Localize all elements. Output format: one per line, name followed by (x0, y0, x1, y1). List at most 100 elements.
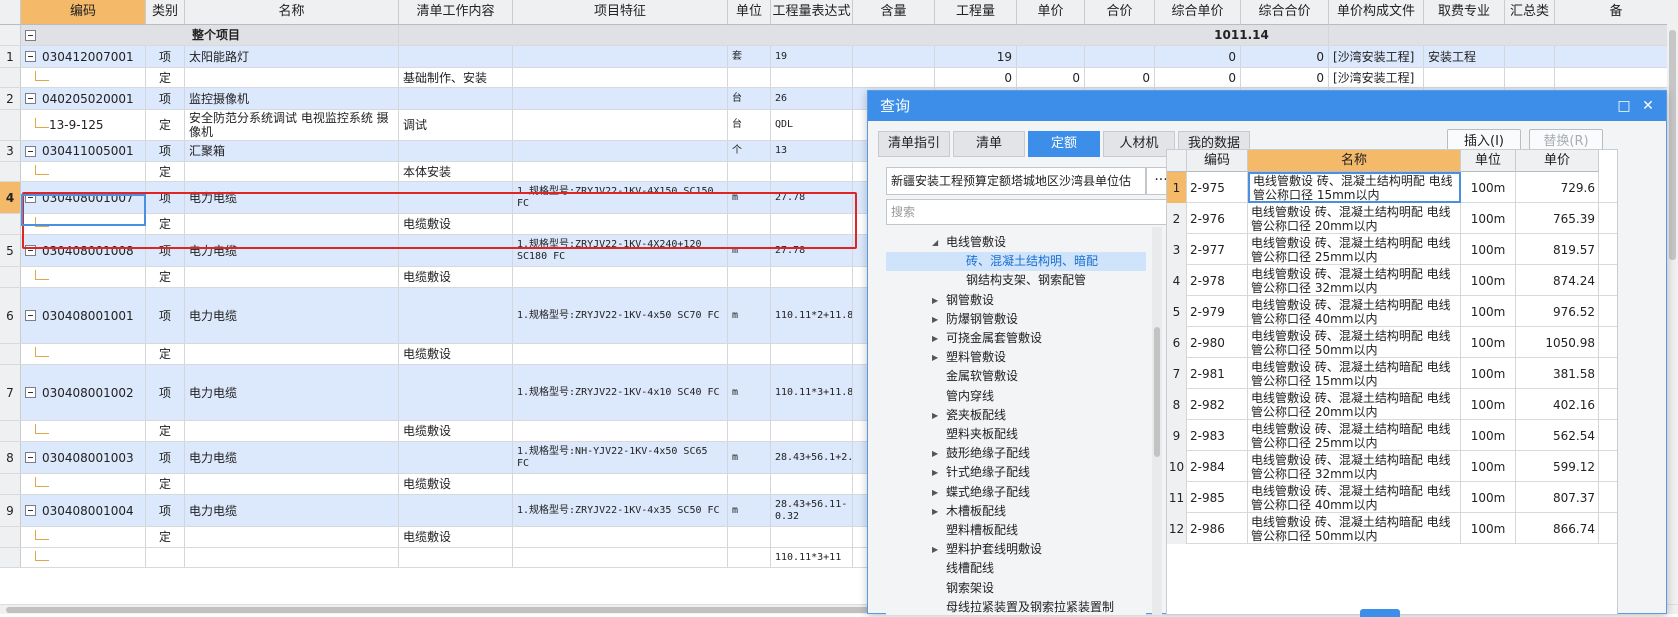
name-cell[interactable]: 太阳能路灯 (185, 46, 399, 67)
feature-cell[interactable]: 1.规格型号:ZRYJV22-1KV-4x10 SC40 FC (513, 365, 728, 420)
column-header-price[interactable]: 单价 (1017, 0, 1085, 25)
type-cell[interactable]: 项 (146, 288, 185, 343)
amount-cell[interactable] (1085, 46, 1155, 67)
result-name[interactable]: 电线管敷设 砖、混凝土结构暗配 电线管公称口径 25mm以内 (1248, 420, 1461, 451)
tree-node[interactable]: ▶ 瓷夹板配线 (886, 406, 1146, 425)
unit-cell[interactable]: m (728, 182, 771, 213)
expr-cell[interactable]: 110.11*3+11.8*3+41.08*2.87+28.4338.76*28… (771, 365, 853, 420)
unit-cell[interactable] (728, 527, 771, 547)
result-price[interactable]: 765.39 (1516, 203, 1599, 234)
collapsed-arrow-icon[interactable]: ▶ (932, 444, 938, 463)
type-cell[interactable]: 项 (146, 141, 185, 161)
name-cell[interactable] (185, 548, 399, 567)
file-cell[interactable]: [沙湾安装工程] (1329, 46, 1424, 67)
major-cell[interactable] (1424, 68, 1505, 87)
result-row[interactable]: 2 2-976 电线管敷设 砖、混凝土结构明配 电线管公称口径 20mm以内 100m… (1167, 203, 1617, 234)
work-cell[interactable] (399, 46, 513, 67)
result-row[interactable]: 7 2-981 电线管敷设 砖、混凝土结构暗配 电线管公称口径 15mm以内 100m… (1167, 358, 1617, 389)
expr-cell[interactable] (771, 68, 853, 87)
unit-cell[interactable]: 台 (728, 110, 771, 140)
result-code[interactable]: 2-976 (1187, 203, 1248, 234)
feature-cell[interactable] (513, 68, 728, 87)
result-code[interactable]: 2-986 (1187, 513, 1248, 544)
resize-handle[interactable] (1360, 609, 1400, 617)
type-cell[interactable]: 定 (146, 474, 185, 494)
result-unit[interactable]: 100m (1461, 172, 1516, 203)
work-cell[interactable]: 调试 (399, 110, 513, 140)
unit-cell[interactable]: 个 (728, 141, 771, 161)
result-name[interactable]: 电线管敷设 砖、混凝土结构暗配 电线管公称口径 40mm以内 (1248, 482, 1461, 513)
result-code[interactable]: 2-981 (1187, 358, 1248, 389)
qty-cell[interactable]: 0 (935, 68, 1017, 87)
unit-cell[interactable]: 套 (728, 46, 771, 67)
result-code[interactable]: 2-980 (1187, 327, 1248, 358)
qty-cell[interactable]: 19 (935, 46, 1017, 67)
file-cell[interactable]: [沙湾安装工程] (1329, 68, 1424, 87)
feature-cell[interactable]: 1.规格型号:ZRYJV22-1KV-4X150 SC150 FC (513, 182, 728, 213)
tree-node[interactable]: ▶ 针式绝缘子配线 (886, 463, 1146, 482)
result-price[interactable]: 976.52 (1516, 296, 1599, 327)
tab-quota[interactable]: 定额 (1028, 131, 1100, 157)
result-code[interactable]: 2-984 (1187, 451, 1248, 482)
result-code[interactable]: 2-983 (1187, 420, 1248, 451)
column-header-type[interactable]: 类别 (146, 0, 185, 25)
result-code[interactable]: 2-982 (1187, 389, 1248, 420)
tab-bill-guide[interactable]: 清单指引 (878, 131, 950, 157)
column-header-major[interactable]: 取费专业 (1424, 0, 1505, 25)
result-price[interactable]: 819.57 (1516, 234, 1599, 265)
result-unit[interactable]: 100m (1461, 513, 1516, 544)
result-name[interactable]: 电线管敷设 砖、混凝土结构暗配 电线管公称口径 32mm以内 (1248, 451, 1461, 482)
feature-cell[interactable] (513, 474, 728, 494)
result-name[interactable]: 电线管敷设 砖、混凝土结构明配 电线管公称口径 15mm以内 (1248, 172, 1461, 203)
type-cell[interactable]: 定 (146, 110, 185, 140)
work-cell[interactable] (399, 141, 513, 161)
column-header-content[interactable]: 含量 (853, 0, 935, 25)
work-cell[interactable]: 基础制作、安装 (399, 68, 513, 87)
code-cell[interactable] (21, 421, 146, 441)
code-cell[interactable]: 030412007001 (21, 46, 146, 67)
code-cell[interactable] (21, 68, 146, 87)
work-cell[interactable] (399, 288, 513, 343)
code-cell[interactable] (21, 214, 146, 234)
result-name[interactable]: 电线管敷设 砖、混凝土结构明配 电线管公称口径 32mm以内 (1248, 265, 1461, 296)
result-price[interactable]: 729.6 (1516, 172, 1599, 203)
feature-cell[interactable] (513, 46, 728, 67)
feature-cell[interactable] (513, 162, 728, 181)
result-name[interactable]: 电线管敷设 砖、混凝土结构暗配 电线管公称口径 15mm以内 (1248, 358, 1461, 389)
total-cell[interactable]: 0 (1241, 46, 1329, 67)
unit-total-cell[interactable]: 0 (1155, 46, 1241, 67)
quota-library-select[interactable]: 新疆安装工程预算定额塔城地区沙湾县单位估 (886, 167, 1146, 195)
name-cell[interactable]: 电力电缆 (185, 235, 399, 266)
result-row[interactable]: 11 2-985 电线管敷设 砖、混凝土结构暗配 电线管公称口径 40mm以内 100… (1167, 482, 1617, 513)
result-name[interactable]: 电线管敷设 砖、混凝土结构暗配 电线管公称口径 50mm以内 (1248, 513, 1461, 544)
feature-cell[interactable]: 1.规格型号:NH-YJV22-1KV-4x50 SC65 FC (513, 442, 728, 473)
collapse-icon[interactable] (25, 505, 36, 516)
feature-cell[interactable] (513, 548, 728, 567)
unit-cell[interactable] (728, 474, 771, 494)
expr-cell[interactable] (771, 421, 853, 441)
type-cell[interactable]: 定 (146, 421, 185, 441)
result-code[interactable]: 2-985 (1187, 482, 1248, 513)
type-cell[interactable]: 定 (146, 267, 185, 287)
name-cell[interactable] (185, 68, 399, 87)
collapsed-arrow-icon[interactable]: ▶ (932, 483, 938, 502)
result-price[interactable]: 807.37 (1516, 482, 1599, 513)
name-cell[interactable] (185, 162, 399, 181)
results-header-code[interactable]: 编码 (1187, 150, 1248, 172)
code-cell[interactable]: 13-9-125 (21, 110, 146, 140)
collapsed-arrow-icon[interactable]: ▶ (932, 463, 938, 482)
tree-node[interactable]: ▶ 防爆钢管敷设 (886, 310, 1146, 329)
type-cell[interactable]: 项 (146, 495, 185, 526)
unit-cell[interactable]: m (728, 495, 771, 526)
feature-cell[interactable] (513, 214, 728, 234)
unit-cell[interactable] (728, 267, 771, 287)
tree-node[interactable]: 钢索架设 (886, 579, 1146, 598)
expr-cell[interactable]: 110.11*2+11.8*2+41.08+3287+28.43+56.1+20… (771, 288, 853, 343)
result-unit[interactable]: 100m (1461, 203, 1516, 234)
unit-cell[interactable]: 台 (728, 88, 771, 109)
unit-cell[interactable]: m (728, 288, 771, 343)
collapse-icon[interactable] (25, 310, 36, 321)
expr-cell[interactable] (771, 162, 853, 181)
tree-node[interactable]: 塑料槽板配线 (886, 521, 1146, 540)
unit-cell[interactable] (728, 548, 771, 567)
